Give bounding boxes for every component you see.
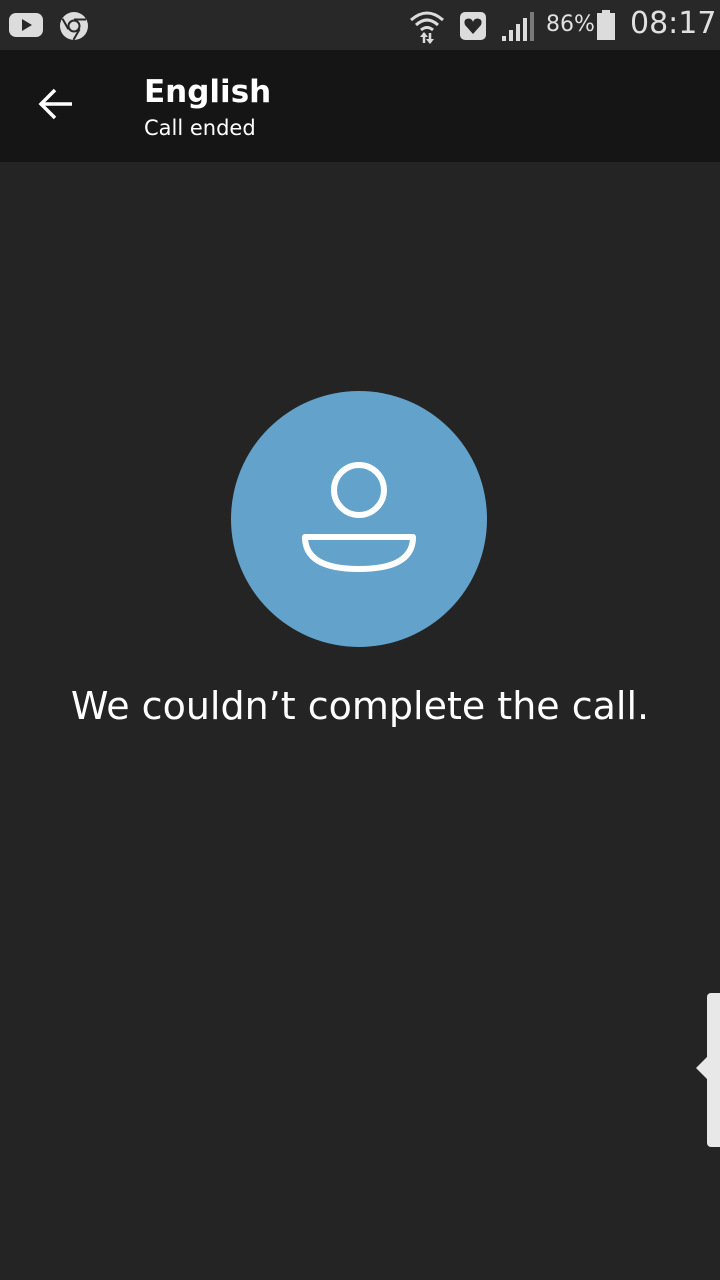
contact-avatar <box>231 391 487 647</box>
side-panel-handle[interactable] <box>696 993 720 1147</box>
app-bar: English Call ended <box>0 50 720 162</box>
health-icon <box>459 10 487 46</box>
arrow-left-icon <box>38 88 74 124</box>
status-time: 08:17 <box>630 6 717 41</box>
signal-icon <box>500 10 536 46</box>
chevron-left-icon <box>696 1057 707 1079</box>
call-failed-message: We couldn’t complete the call. <box>70 684 650 728</box>
conversation-title: English <box>144 74 272 110</box>
status-bar: 86% 08:17 <box>0 0 720 50</box>
wifi-icon <box>408 8 446 48</box>
battery-icon <box>596 9 616 45</box>
battery-percent: 86% <box>546 12 595 37</box>
youtube-icon <box>8 11 44 43</box>
back-button[interactable] <box>22 70 90 138</box>
call-status: Call ended <box>144 116 256 140</box>
chrome-icon <box>58 10 90 46</box>
